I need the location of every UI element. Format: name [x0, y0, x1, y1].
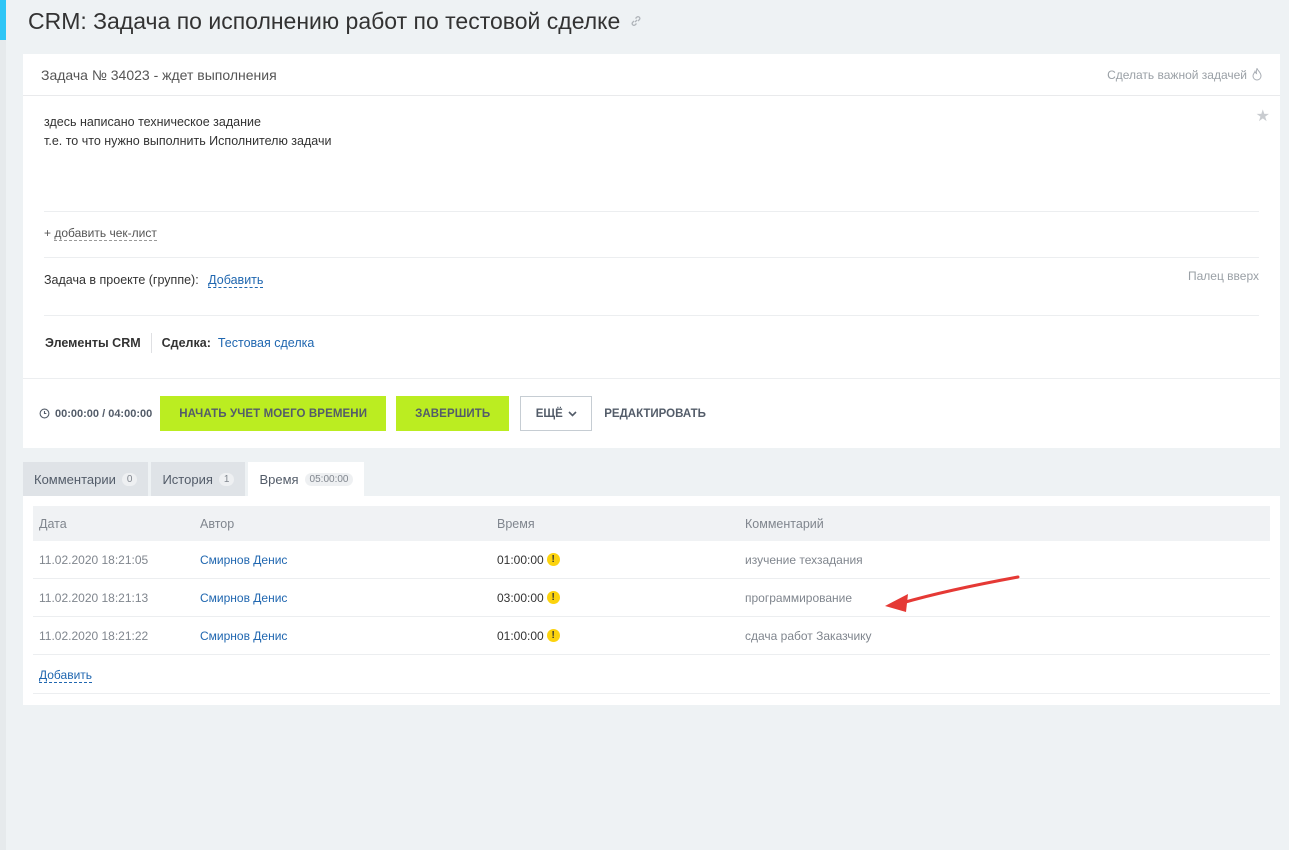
row-time: 01:00:00 ! — [497, 541, 560, 578]
warning-icon[interactable]: ! — [546, 629, 560, 642]
divider — [44, 257, 1259, 258]
row-author-link[interactable]: Смирнов Денис — [200, 617, 287, 654]
row-comment: изучение техзадания — [745, 552, 863, 567]
add-time-entry-link[interactable]: Добавить — [39, 668, 93, 683]
divider — [33, 693, 1270, 694]
page-title: CRM: Задача по исполнению работ по тесто… — [28, 6, 642, 36]
column-header-comment: Комментарий — [745, 516, 824, 531]
row-author-link[interactable]: Смирнов Денис — [200, 541, 287, 578]
warning-icon[interactable]: ! — [546, 553, 560, 566]
make-important-button[interactable]: Сделать важной задачей — [1107, 68, 1262, 82]
more-button-label: ЕЩЁ — [535, 407, 563, 420]
divider — [44, 315, 1259, 316]
task-card-header: Задача № 34023 - ждет выполнения Сделать… — [23, 54, 1280, 96]
warning-icon[interactable]: ! — [546, 591, 560, 604]
task-footer: 00:00:00 / 04:00:00 НАЧАТЬ УЧЕТ МОЕГО ВР… — [23, 378, 1280, 448]
make-important-label: Сделать важной задачей — [1107, 67, 1247, 82]
tab-history[interactable]: История 1 — [151, 462, 246, 496]
time-panel: Дата Автор Время Комментарий 11.02.2020 … — [23, 496, 1280, 705]
row-date: 11.02.2020 18:21:22 — [39, 628, 149, 643]
row-comment: сдача работ Заказчику — [745, 628, 872, 643]
edit-button[interactable]: РЕДАКТИРОВАТЬ — [604, 408, 706, 420]
row-comment: программирование — [745, 590, 853, 605]
more-button[interactable]: ЕЩЁ — [520, 396, 593, 431]
left-page-strip — [0, 0, 6, 850]
column-header-date: Дата — [39, 516, 67, 531]
timer: 00:00:00 / 04:00:00 — [39, 408, 152, 420]
column-header-author: Автор — [200, 516, 235, 531]
task-card: Задача № 34023 - ждет выполнения Сделать… — [23, 54, 1280, 448]
clock-icon — [39, 408, 50, 419]
tab-label: Комментарии — [34, 471, 116, 487]
tab-count-badge: 1 — [218, 472, 235, 486]
tab-comments[interactable]: Комментарии 0 — [23, 462, 149, 496]
table-row: 11.02.2020 18:21:13 Смирнов Денис 03:00:… — [33, 579, 1270, 617]
crm-elements-label: Элементы CRM — [45, 333, 152, 353]
row-time: 03:00:00 ! — [497, 579, 560, 616]
annotation-arrow-icon — [885, 575, 1020, 612]
deal-label: Сделка: — [161, 336, 211, 350]
add-checklist-link[interactable]: добавить чек-лист — [54, 226, 157, 241]
table-row: 11.02.2020 18:21:05 Смирнов Денис 01:00:… — [33, 541, 1270, 579]
link-icon[interactable] — [630, 15, 642, 27]
row-date: 11.02.2020 18:21:13 — [39, 590, 149, 605]
tab-label: Время — [259, 471, 299, 487]
project-add-link[interactable]: Добавить — [208, 273, 264, 288]
row-time-value: 01:00:00 — [497, 552, 544, 567]
page-title-text: CRM: Задача по исполнению работ по тесто… — [28, 7, 621, 34]
timer-value: 00:00:00 / 04:00:00 — [55, 407, 153, 420]
project-label: Задача в проекте (группе): — [44, 273, 199, 287]
task-title: Задача № 34023 - ждет выполнения — [41, 66, 277, 83]
tab-time[interactable]: Время 05:00:00 — [248, 462, 365, 496]
column-header-time: Время — [497, 516, 535, 531]
row-time-value: 03:00:00 — [497, 590, 544, 605]
checklist-add[interactable]: + добавить чек-лист — [44, 226, 157, 241]
tab-count-badge: 05:00:00 — [304, 472, 354, 486]
description-line: здесь написано техническое задание — [44, 115, 261, 129]
chevron-down-icon — [568, 410, 577, 417]
start-time-tracking-button[interactable]: НАЧАТЬ УЧЕТ МОЕГО ВРЕМЕНИ — [160, 396, 387, 431]
row-time-value: 01:00:00 — [497, 628, 544, 643]
task-description: здесь написано техническое задание т.е. … — [44, 113, 331, 151]
description-line: т.е. то что нужно выполнить Исполнителю … — [44, 134, 332, 148]
row-author-link[interactable]: Смирнов Денис — [200, 579, 287, 616]
fire-icon — [1252, 68, 1262, 81]
complete-button[interactable]: ЗАВЕРШИТЬ — [396, 396, 510, 431]
project-row: Задача в проекте (группе): Добавить — [44, 273, 264, 288]
divider — [44, 211, 1259, 212]
thumb-up-button[interactable]: Палец вверх — [1188, 269, 1259, 283]
row-date: 11.02.2020 18:21:05 — [39, 552, 149, 567]
tab-label: История — [162, 471, 213, 487]
crm-elements-row: Элементы CRM Сделка: Тестовая сделка — [45, 333, 314, 353]
tabs-bar: Комментарии 0 История 1 Время 05:00:00 — [23, 462, 365, 496]
favorite-star-icon[interactable]: ★ — [1256, 106, 1270, 126]
deal-link[interactable]: Тестовая сделка — [218, 336, 314, 350]
left-strip-accent — [0, 0, 6, 40]
table-row: 11.02.2020 18:21:22 Смирнов Денис 01:00:… — [33, 617, 1270, 655]
table-header: Дата Автор Время Комментарий — [33, 506, 1270, 541]
row-time: 01:00:00 ! — [497, 617, 560, 654]
checklist-plus: + — [44, 226, 52, 240]
tab-count-badge: 0 — [121, 472, 138, 486]
